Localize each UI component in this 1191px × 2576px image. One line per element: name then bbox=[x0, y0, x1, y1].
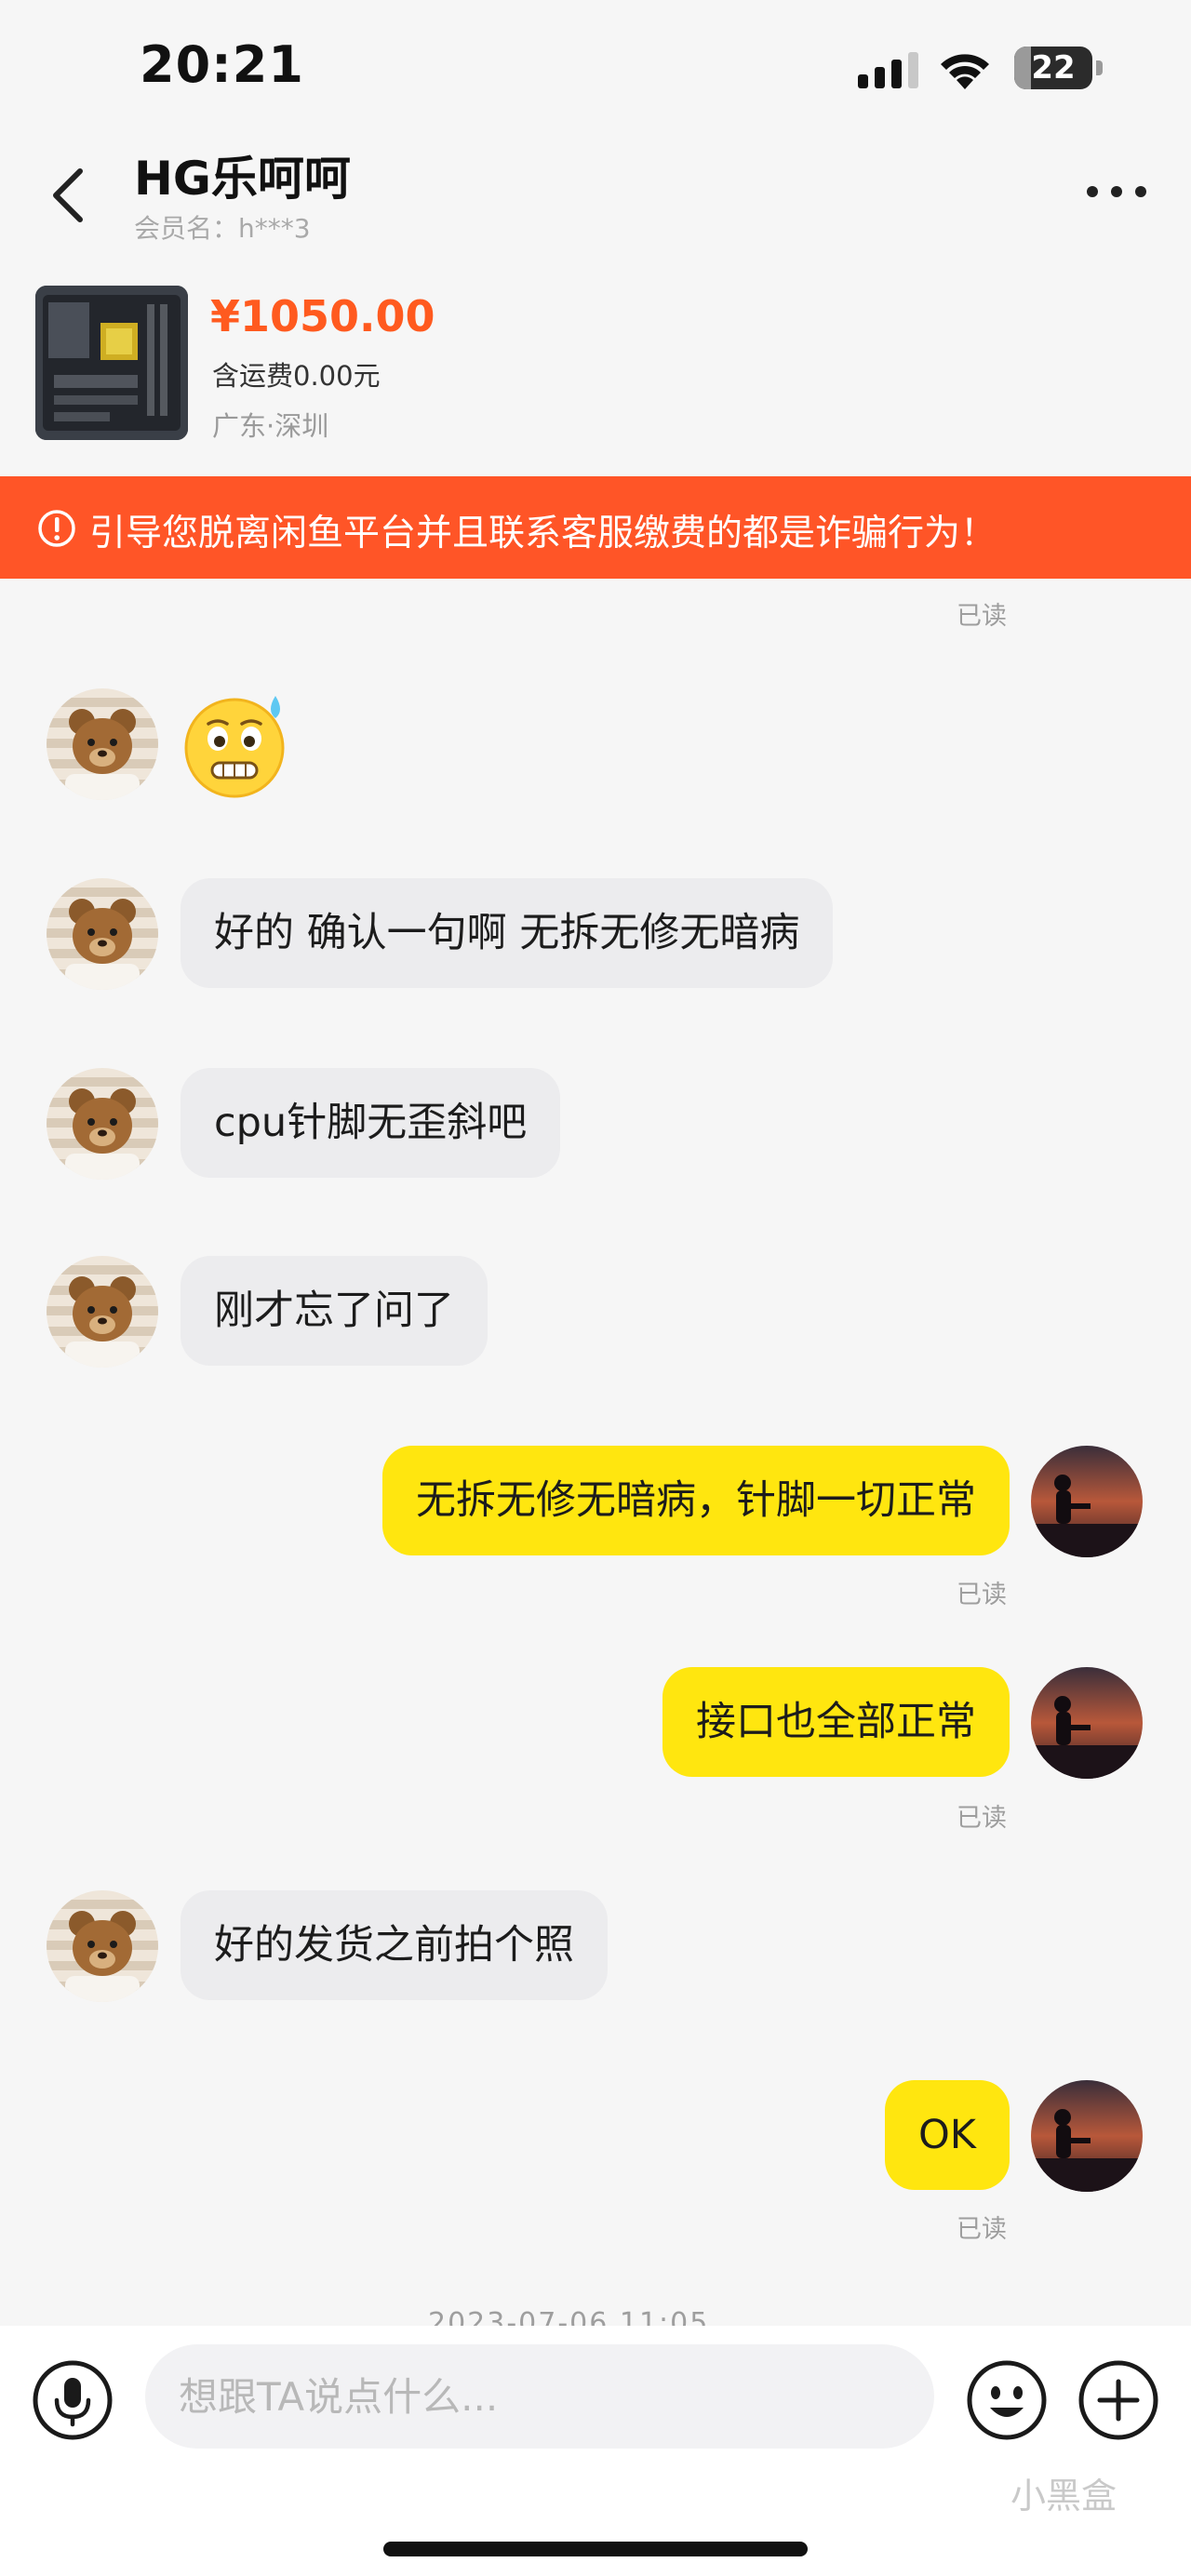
outgoing-message-bubble[interactable]: 无拆无修无暗病，针脚一切正常 bbox=[382, 1446, 1010, 1555]
product-shipping: 含运费0.00元 bbox=[212, 360, 381, 392]
my-avatar[interactable] bbox=[1031, 1667, 1143, 1779]
back-icon[interactable] bbox=[37, 158, 102, 233]
read-receipt: 已读 bbox=[957, 1581, 1007, 1609]
my-avatar[interactable] bbox=[1031, 1446, 1143, 1557]
my-avatar[interactable] bbox=[1031, 2080, 1143, 2192]
incoming-message-bubble[interactable]: cpu针脚无歪斜吧 bbox=[181, 1068, 561, 1178]
input-bar: 小黑盒 bbox=[0, 2326, 1191, 2576]
wifi-icon bbox=[941, 54, 989, 89]
warning-text: 引导您脱离闲鱼平台并且联系客服缴费的都是诈骗行为！ bbox=[89, 513, 997, 554]
battery-level: 22 bbox=[1031, 49, 1076, 87]
more-options-icon[interactable] bbox=[1079, 173, 1154, 210]
emoji-icon[interactable] bbox=[966, 2359, 1048, 2441]
warning-icon bbox=[38, 510, 75, 547]
read-receipt: 已读 bbox=[957, 602, 1007, 631]
member-name: 会员名：h***3 bbox=[134, 213, 311, 244]
outgoing-message-bubble[interactable]: OK bbox=[884, 2080, 1010, 2190]
chat-header: HG乐呵呵 会员名：h***3 bbox=[0, 130, 1191, 253]
status-bar: 20:21 22 bbox=[0, 0, 1191, 130]
contact-avatar[interactable] bbox=[47, 688, 158, 800]
watermark: 小黑盒 bbox=[1010, 2476, 1117, 2516]
partial-timestamp: 2023-07-06 11:05 bbox=[428, 2307, 710, 2326]
incoming-message-bubble[interactable]: 好的 确认一句啊 无拆无修无暗病 bbox=[181, 878, 834, 988]
cellular-signal-icon bbox=[858, 52, 918, 88]
message-input[interactable] bbox=[145, 2344, 934, 2449]
incoming-message-bubble[interactable]: 好的发货之前拍个照 bbox=[181, 1890, 608, 2000]
anxious-sweat-emoji-icon[interactable] bbox=[182, 690, 292, 800]
home-indicator[interactable] bbox=[383, 2542, 808, 2556]
status-time: 20:21 bbox=[140, 35, 304, 94]
contact-name: HG乐呵呵 bbox=[134, 152, 351, 206]
read-receipt: 已读 bbox=[957, 1804, 1007, 1833]
fraud-warning-banner: 引导您脱离闲鱼平台并且联系客服缴费的都是诈骗行为！ bbox=[0, 476, 1191, 579]
product-location: 广东·深圳 bbox=[212, 410, 329, 442]
microphone-icon[interactable] bbox=[32, 2359, 114, 2441]
contact-avatar[interactable] bbox=[47, 1256, 158, 1368]
add-icon[interactable] bbox=[1077, 2359, 1159, 2441]
read-receipt: 已读 bbox=[957, 2215, 1007, 2244]
contact-avatar[interactable] bbox=[47, 1068, 158, 1180]
product-card[interactable]: ¥1050.00 含运费0.00元 广东·深圳 bbox=[0, 274, 1191, 460]
contact-avatar[interactable] bbox=[47, 878, 158, 990]
product-image[interactable] bbox=[35, 286, 188, 440]
battery-icon: 22 bbox=[1014, 47, 1104, 91]
incoming-message-bubble[interactable]: 刚才忘了问了 bbox=[181, 1256, 488, 1366]
outgoing-message-bubble[interactable]: 接口也全部正常 bbox=[662, 1667, 1010, 1777]
product-price: ¥1050.00 bbox=[210, 291, 435, 341]
contact-avatar[interactable] bbox=[47, 1890, 158, 2002]
